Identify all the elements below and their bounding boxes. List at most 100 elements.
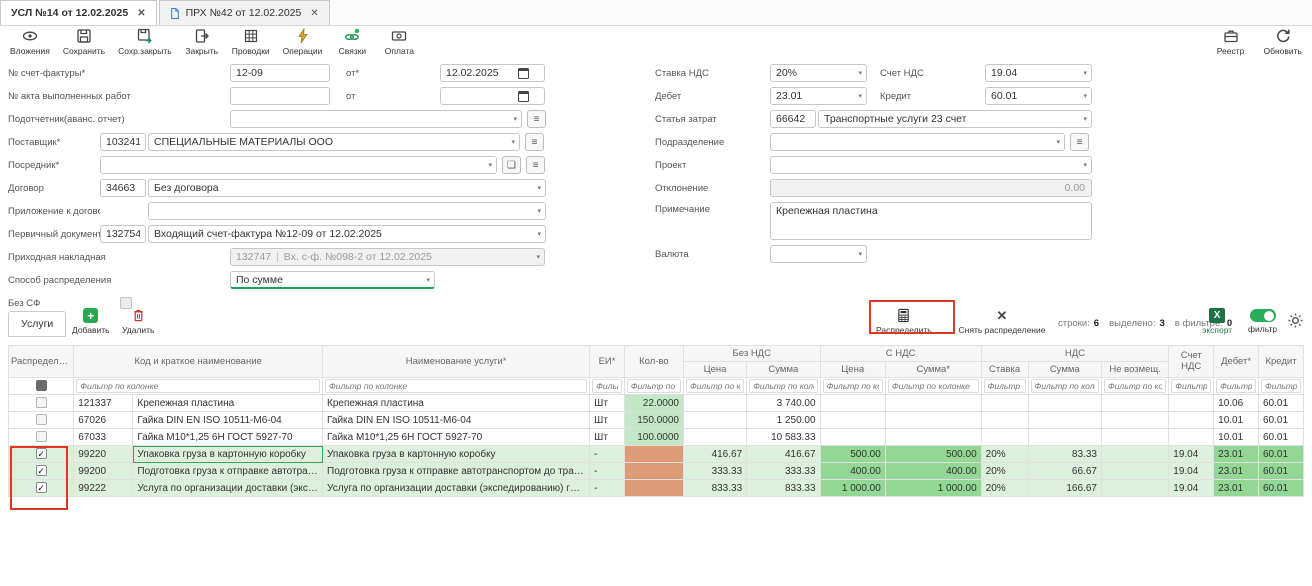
close-icon[interactable]: ✕	[310, 8, 318, 19]
row-distributed-checkbox[interactable]	[9, 412, 74, 429]
filter-input-vat-account[interactable]	[1171, 379, 1211, 393]
filter-cell	[885, 378, 981, 395]
refresh-button[interactable]: Обновить	[1264, 28, 1303, 56]
registry-button[interactable]: Реестр	[1214, 28, 1248, 56]
filter-input-sum-no-vat[interactable]	[749, 379, 817, 393]
col-header-unit[interactable]: ЕИ*	[590, 346, 625, 378]
filter-input-unit[interactable]	[592, 379, 622, 393]
filter-input-nonrefund[interactable]	[1104, 379, 1166, 393]
row-distributed-checkbox[interactable]: ✓	[9, 480, 74, 497]
close-button[interactable]: Закрыть	[185, 28, 219, 56]
table-row[interactable]: ✓ 99200 Подготовка груза к отправке авто…	[9, 463, 1304, 480]
row-distributed-checkbox[interactable]	[9, 429, 74, 446]
save-close-button[interactable]: Сохр.закрыть	[118, 28, 172, 56]
calendar-icon[interactable]	[518, 68, 529, 79]
cell-vat-account	[1169, 429, 1214, 446]
operations-button[interactable]: Операции	[283, 28, 323, 56]
accountable-select[interactable]: ▾	[230, 110, 522, 128]
export-excel-button[interactable]: X экспорт	[1202, 308, 1232, 335]
filter-input-code-name[interactable]	[76, 379, 320, 393]
col-header-price-no-vat[interactable]: Цена	[683, 362, 746, 378]
intermediary-lookup-button[interactable]: ≡	[526, 156, 545, 174]
add-row-button[interactable]: + Добавить	[72, 308, 110, 335]
intermediary-select[interactable]: ▾	[100, 156, 497, 174]
contract-annex-select[interactable]: ▾	[148, 202, 546, 220]
col-header-service-name[interactable]: Наименование услуги*	[323, 346, 590, 378]
row-distributed-checkbox[interactable]: ✓	[9, 463, 74, 480]
undistribute-button[interactable]: ✕ Снять распределение	[952, 308, 1052, 335]
filter-input-vat-rate[interactable]	[984, 379, 1026, 393]
cost-item-code-input[interactable]	[770, 110, 816, 128]
col-header-vat-account[interactable]: Счет НДС	[1169, 346, 1214, 378]
project-select[interactable]: ▾	[770, 156, 1092, 174]
division-select[interactable]: ▾	[770, 133, 1065, 151]
distribute-button[interactable]: Распределить	[876, 308, 932, 335]
tab-usl-document[interactable]: УСЛ №14 от 12.02.2025 ✕	[0, 0, 157, 25]
select-all-checkbox[interactable]	[9, 378, 74, 395]
filter-toggle[interactable]: фильтр	[1248, 309, 1277, 334]
vat-rate-select[interactable]: 20%▾	[770, 64, 867, 82]
primary-document-code-input[interactable]	[100, 225, 146, 243]
payment-button[interactable]: Оплата	[382, 28, 416, 56]
contract-select[interactable]: Без договора▾	[148, 179, 546, 197]
col-header-vat-sum[interactable]: Сумма	[1028, 362, 1101, 378]
tab-prh-document[interactable]: ПРХ №42 от 12.02.2025 ✕	[159, 0, 330, 25]
cell-vat-sum	[1028, 429, 1101, 446]
currency-select[interactable]: ▾	[770, 245, 867, 263]
table-row[interactable]: 67033 Гайка М10*1,25 6Н ГОСТ 5927-70 Гай…	[9, 429, 1304, 446]
col-header-code-name[interactable]: Код и краткое наименование	[74, 346, 323, 378]
vat-account-select[interactable]: 19.04▾	[985, 64, 1092, 82]
table-row[interactable]: ✓ 99222 Услуга по организации доставки (…	[9, 480, 1304, 497]
cell-sum-no-vat: 1 250.00	[747, 412, 820, 429]
cell-sum-no-vat: 333.33	[747, 463, 820, 480]
col-header-sum-no-vat[interactable]: Сумма	[747, 362, 820, 378]
contract-code-input[interactable]	[100, 179, 146, 197]
table-row[interactable]: 67026 Гайка DIN EN ISO 10511-М6-04 Гайка…	[9, 412, 1304, 429]
distribution-method-select[interactable]: По сумме▾	[230, 271, 435, 289]
act-number-input[interactable]	[230, 87, 330, 105]
supplier-code-input[interactable]	[100, 133, 146, 151]
table-row[interactable]: 121337 Крепежная пластина Крепежная плас…	[9, 395, 1304, 412]
filter-input-sum-vat[interactable]	[888, 379, 979, 393]
note-textarea[interactable]: Крепежная пластина	[770, 202, 1092, 240]
supplier-lookup-button[interactable]: ≡	[525, 133, 544, 151]
invoice-date-input[interactable]: 12.02.2025	[440, 64, 545, 82]
filter-input-price-no-vat[interactable]	[686, 379, 744, 393]
col-header-sum-vat[interactable]: Сумма*	[885, 362, 981, 378]
col-header-debit[interactable]: Дебет*	[1214, 346, 1259, 378]
grid-settings-button[interactable]	[1288, 313, 1303, 328]
row-distributed-checkbox[interactable]	[9, 395, 74, 412]
primary-document-select[interactable]: Входящий счет-фактура №12-09 от 12.02.20…	[148, 225, 546, 243]
col-header-distributed[interactable]: Распределено	[9, 346, 74, 378]
col-header-credit[interactable]: Кредит	[1259, 346, 1304, 378]
save-button[interactable]: Сохранить	[63, 28, 105, 56]
cost-item-select[interactable]: Транспортные услуги 23 счет▾	[818, 110, 1092, 128]
attachments-button[interactable]: Вложения	[10, 28, 50, 56]
filter-input-service-name[interactable]	[325, 379, 587, 393]
supplier-select[interactable]: СПЕЦИАЛЬНЫЕ МАТЕРИАЛЫ ООО▾	[148, 133, 520, 151]
filter-input-price-vat[interactable]	[823, 379, 883, 393]
filter-input-debit[interactable]	[1216, 379, 1256, 393]
links-button[interactable]: Связки	[335, 28, 369, 56]
col-header-price-vat[interactable]: Цена	[820, 362, 885, 378]
division-lookup-button[interactable]: ≡	[1070, 133, 1089, 151]
filter-input-vat-sum[interactable]	[1031, 379, 1099, 393]
row-distributed-checkbox[interactable]: ✓	[9, 446, 74, 463]
delete-row-button[interactable]: Удалить	[122, 308, 154, 335]
col-header-vat-rate[interactable]: Ставка	[981, 362, 1028, 378]
col-header-nonrefund[interactable]: Не возмещ.	[1101, 362, 1168, 378]
table-row[interactable]: ✓ 99220 Упаковка груза в картонную короб…	[9, 446, 1304, 463]
postings-button[interactable]: Проводки	[232, 28, 270, 56]
filter-input-credit[interactable]	[1261, 379, 1301, 393]
invoice-number-input[interactable]	[230, 64, 330, 82]
col-header-qty[interactable]: Кол-во	[624, 346, 683, 378]
filter-input-qty[interactable]	[627, 379, 681, 393]
debit-select[interactable]: 23.01▾	[770, 87, 867, 105]
calendar-icon[interactable]	[518, 91, 529, 102]
intermediary-open-button[interactable]: ❏	[502, 156, 521, 174]
cell-sum-vat	[885, 412, 981, 429]
credit-select[interactable]: 60.01▾	[985, 87, 1092, 105]
act-date-input[interactable]	[440, 87, 545, 105]
accountable-lookup-button[interactable]: ≡	[527, 110, 546, 128]
close-icon[interactable]: ✕	[137, 8, 145, 19]
